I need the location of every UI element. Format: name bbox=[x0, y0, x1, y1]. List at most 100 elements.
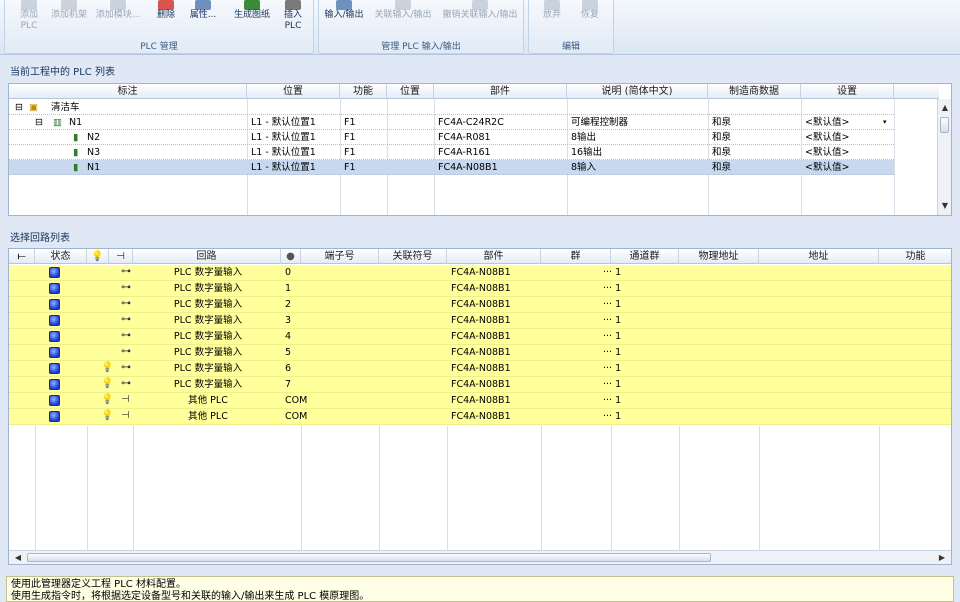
properties-button[interactable]: 属性... bbox=[185, 0, 221, 38]
connector-icon: ● bbox=[286, 251, 295, 262]
col-physical-address[interactable]: 物理地址 bbox=[679, 249, 759, 264]
circuit-row[interactable]: ⊶ PLC 数字量输入 1 FC4A-N08B1 ··· 1 bbox=[9, 281, 951, 297]
status-icon[interactable] bbox=[49, 411, 60, 422]
discard-button[interactable]: 放弃 bbox=[535, 0, 569, 38]
restore-button[interactable]: 恢复 bbox=[573, 0, 607, 38]
scroll-down-icon[interactable]: ▼ bbox=[938, 199, 951, 213]
circuit-row[interactable]: ⊶ PLC 数字量输入 4 FC4A-N08B1 ··· 1 bbox=[9, 329, 951, 345]
add-plc-icon bbox=[21, 0, 37, 10]
circuit-row[interactable]: 💡 ⊣ 其他 PLC COM FC4A-N08B1 ··· 1 bbox=[9, 409, 951, 425]
status-icon[interactable] bbox=[49, 363, 60, 374]
add-rack-button[interactable]: 添加机架 bbox=[47, 0, 91, 38]
plc-row[interactable]: ▥ ⊟ N1 L1 - 默认位置1 F1 FC4A-C24R2C 可编程控制器 和泉 <默认值>… bbox=[9, 115, 894, 130]
bulb-icon: 💡 bbox=[91, 251, 104, 262]
circuit-cell-terminal: 1 bbox=[285, 283, 292, 294]
col-function[interactable]: 功能 bbox=[879, 249, 951, 264]
col-address[interactable]: 地址 bbox=[759, 249, 879, 264]
circuit-cell-terminal: 4 bbox=[285, 331, 292, 342]
circuit-cell-circuit: PLC 数字量输入 bbox=[173, 363, 243, 374]
circuit-cell-group: ··· 1 bbox=[603, 363, 622, 374]
setting-dropdown-icon[interactable]: ▾ bbox=[881, 115, 887, 130]
circuit-cell-terminal: 0 bbox=[285, 267, 292, 278]
assoc-io-button[interactable]: 关联输入/输出 bbox=[371, 0, 435, 38]
insert-plc-button[interactable]: 插入 PLC bbox=[277, 0, 309, 38]
delete-button[interactable]: 删除 bbox=[151, 0, 181, 38]
discard-icon bbox=[544, 0, 560, 10]
circuit-row[interactable]: 💡 ⊣ 其他 PLC COM FC4A-N08B1 ··· 1 bbox=[9, 393, 951, 409]
circuit-row[interactable]: ⊶ PLC 数字量输入 2 FC4A-N08B1 ··· 1 bbox=[9, 297, 951, 313]
status-icon[interactable] bbox=[49, 267, 60, 278]
col-tag[interactable]: 标注 bbox=[9, 84, 247, 99]
plc-list-vscroll[interactable]: ▲ ▼ bbox=[937, 99, 951, 215]
circuit-cell-terminal: 3 bbox=[285, 315, 292, 326]
col-group[interactable]: 群 bbox=[541, 249, 611, 264]
digital-input-icon: ⊶ bbox=[121, 330, 131, 341]
col-part[interactable]: 部件 bbox=[447, 249, 541, 264]
status-icon[interactable] bbox=[49, 299, 60, 310]
circuit-cell-part: FC4A-N08B1 bbox=[451, 331, 511, 342]
digital-input-icon: ⊶ bbox=[121, 314, 131, 325]
circuit-cell-terminal: 7 bbox=[285, 379, 292, 390]
plc-list-title: 当前工程中的 PLC 列表 bbox=[10, 67, 115, 78]
circuit-row[interactable]: ⊶ PLC 数字量输入 5 FC4A-N08B1 ··· 1 bbox=[9, 345, 951, 361]
scroll-right-icon[interactable]: ▶ bbox=[935, 551, 949, 564]
scroll-thumb[interactable] bbox=[27, 553, 711, 562]
col-function[interactable]: 功能 bbox=[340, 84, 387, 99]
add-plc-button[interactable]: 添加 PLC bbox=[11, 0, 47, 38]
circuit-cell-terminal: COM bbox=[285, 411, 308, 422]
circuit-row[interactable]: ⊶ PLC 数字量输入 0 FC4A-N08B1 ··· 1 bbox=[9, 265, 951, 281]
generate-drawing-icon bbox=[244, 0, 260, 10]
col-setting[interactable]: 设置 bbox=[801, 84, 894, 99]
add-module-button[interactable]: 添加模块... bbox=[93, 0, 143, 38]
plc-cell-manufacturer: 和泉 bbox=[712, 117, 732, 128]
status-icon[interactable] bbox=[49, 283, 60, 294]
plc-cell-part: FC4A-R081 bbox=[438, 132, 491, 143]
circuit-cell-circuit: PLC 数字量输入 bbox=[173, 331, 243, 342]
status-icon[interactable] bbox=[49, 379, 60, 390]
plc-row[interactable]: ▮ N1 L1 - 默认位置1 F1 FC4A-N08B1 8输入 和泉 <默认值> bbox=[9, 160, 894, 175]
status-icon[interactable] bbox=[49, 347, 60, 358]
io-button[interactable]: 输入/输出 bbox=[321, 0, 367, 38]
circuit-cell-part: FC4A-N08B1 bbox=[451, 267, 511, 278]
col-description[interactable]: 说明 (简体中文) bbox=[567, 84, 708, 99]
col-terminal[interactable]: 端子号 bbox=[301, 249, 379, 264]
circuit-cell-group: ··· 1 bbox=[603, 379, 622, 390]
cancel-assoc-io-icon bbox=[472, 0, 488, 10]
col-status[interactable]: 状态 bbox=[35, 249, 87, 264]
scroll-thumb[interactable] bbox=[940, 117, 949, 133]
scroll-up-icon[interactable]: ▲ bbox=[938, 101, 951, 115]
col-channel-group[interactable]: 通道群 bbox=[611, 249, 679, 264]
properties-icon bbox=[195, 0, 211, 10]
plc-row[interactable]: ▮ N2 L1 - 默认位置1 F1 FC4A-R081 8输出 和泉 <默认值> bbox=[9, 130, 894, 145]
circuit-list-hscroll[interactable]: ◀ ▶ bbox=[9, 550, 951, 564]
circuit-cell-group: ··· 1 bbox=[603, 347, 622, 358]
col-part[interactable]: 部件 bbox=[434, 84, 567, 99]
col-connector[interactable]: ● bbox=[281, 249, 301, 264]
scroll-left-icon[interactable]: ◀ bbox=[11, 551, 25, 564]
col-circuit[interactable]: 回路 bbox=[133, 249, 281, 264]
circuit-row[interactable]: 💡 ⊶ PLC 数字量输入 7 FC4A-N08B1 ··· 1 bbox=[9, 377, 951, 393]
circuit-cell-circuit: PLC 数字量输入 bbox=[173, 347, 243, 358]
col-position[interactable]: 位置 bbox=[387, 84, 434, 99]
plc-row[interactable]: ▮ N3 L1 - 默认位置1 F1 FC4A-R161 16输出 和泉 <默认值> bbox=[9, 145, 894, 160]
plc-cell-part: FC4A-N08B1 bbox=[438, 162, 498, 173]
status-icon[interactable] bbox=[49, 331, 60, 342]
cancel-assoc-io-button[interactable]: 撤销关联输入/输出 bbox=[437, 0, 523, 38]
tree-root-row[interactable]: ⊟ ▣ 清洁车 bbox=[9, 100, 894, 115]
status-icon[interactable] bbox=[49, 315, 60, 326]
circuit-row[interactable]: ⊶ PLC 数字量输入 3 FC4A-N08B1 ··· 1 bbox=[9, 313, 951, 329]
circuit-cell-group: ··· 1 bbox=[603, 267, 622, 278]
status-icon[interactable] bbox=[49, 395, 60, 406]
col-location[interactable]: 位置 bbox=[247, 84, 340, 99]
col-manufacturer[interactable]: 制造商数据 bbox=[708, 84, 801, 99]
collapse-icon[interactable]: ⊟ bbox=[13, 100, 23, 115]
col-bulb[interactable]: 💡 bbox=[87, 249, 109, 264]
circuit-cell-part: FC4A-N08B1 bbox=[451, 299, 511, 310]
generate-drawing-button[interactable]: 生成图纸 bbox=[229, 0, 275, 38]
collapse-icon[interactable]: ⊟ bbox=[33, 115, 43, 130]
digital-input-icon: ⊶ bbox=[121, 282, 131, 293]
plc-cell-position bbox=[389, 160, 391, 175]
col-io-type[interactable]: ⊣ bbox=[109, 249, 133, 264]
circuit-row[interactable]: 💡 ⊶ PLC 数字量输入 6 FC4A-N08B1 ··· 1 bbox=[9, 361, 951, 377]
col-assoc-symbol[interactable]: 关联符号 bbox=[379, 249, 447, 264]
